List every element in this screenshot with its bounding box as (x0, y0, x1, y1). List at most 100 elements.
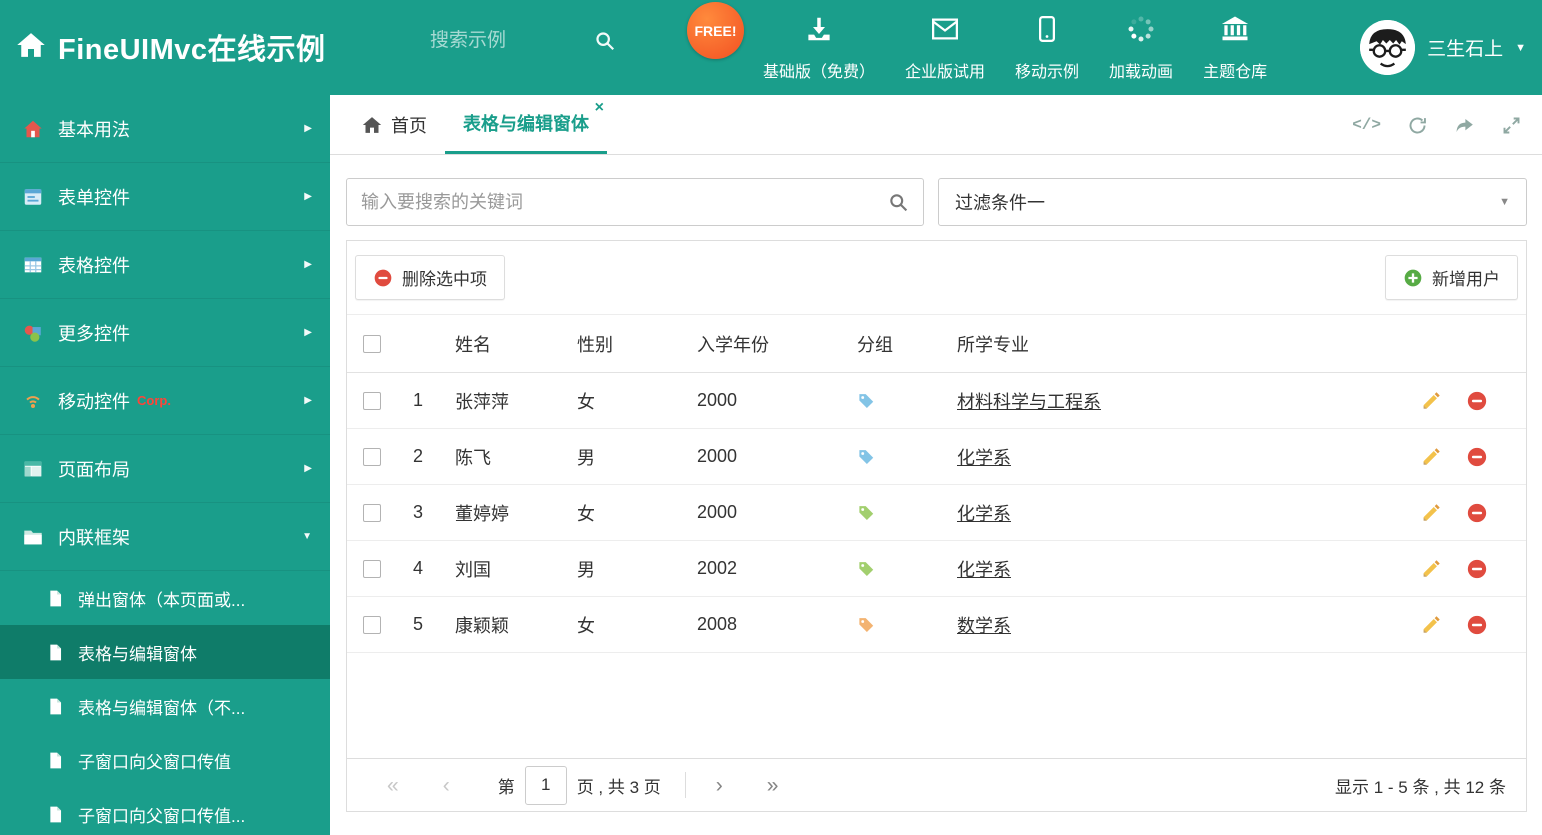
prev-page-icon[interactable]: ‹ (443, 775, 450, 796)
cell-gender: 女 (577, 615, 595, 636)
page-icon (46, 643, 65, 662)
edit-icon[interactable] (1420, 390, 1442, 412)
plus-circle-icon (1404, 269, 1422, 286)
sidebar-item-grid-controls[interactable]: 表格控件 ▶ (0, 231, 330, 299)
last-page-icon[interactable]: » (767, 775, 779, 796)
add-user-button[interactable]: 新增用户 (1385, 255, 1518, 300)
tab-label: 首页 (391, 115, 427, 136)
sidebar-item-iframe[interactable]: 内联框架 ▼ (0, 503, 330, 571)
sidebar-item-label: 内联框架 (58, 527, 130, 548)
page-icon (46, 751, 65, 770)
nav-label: 移动示例 (1015, 63, 1080, 81)
app-window: FineUIMvc在线示例 FREE! 基础版（免费） 企业版试用 (0, 0, 1542, 835)
page-icon (46, 589, 65, 608)
major-link[interactable]: 材料科学与工程系 (957, 388, 1101, 414)
nav-item-loading-anim[interactable]: 加载动画 (1094, 0, 1188, 95)
row-number: 4 (413, 558, 424, 578)
nav-label: 企业版试用 (905, 63, 986, 81)
delete-selected-button[interactable]: 删除选中项 (355, 255, 505, 300)
search-icon[interactable] (888, 192, 909, 213)
delete-row-icon[interactable] (1466, 502, 1488, 524)
close-icon[interactable]: × (595, 100, 604, 116)
row-checkbox[interactable] (363, 447, 381, 466)
keyword-search-input[interactable] (361, 191, 888, 213)
sidebar-item-mobile-controls[interactable]: 移动控件 Corp. ▶ (0, 367, 330, 435)
nav-item-enterprise-trial[interactable]: 企业版试用 (890, 0, 1000, 95)
header-num-cell (405, 315, 447, 372)
chevron-right-icon: ▶ (304, 123, 312, 134)
user-menu[interactable]: 三生石上 ▼ (1360, 0, 1526, 95)
chevron-down-icon: ▼ (1499, 196, 1510, 208)
delete-row-icon[interactable] (1466, 390, 1488, 412)
delete-row-icon[interactable] (1466, 558, 1488, 580)
tag-icon (857, 559, 876, 578)
filter-dropdown-value: 过滤条件一 (955, 193, 1045, 213)
nav-item-basic-free[interactable]: 基础版（免费） (748, 0, 890, 95)
top-header: FineUIMvc在线示例 FREE! 基础版（免费） 企业版试用 (0, 0, 1542, 95)
page-number-input[interactable] (524, 765, 567, 805)
sidebar-item-page-layout[interactable]: 页面布局 ▶ (0, 435, 330, 503)
top-search-input[interactable] (430, 30, 580, 52)
fullscreen-icon[interactable] (1501, 115, 1522, 136)
sidebar-item-more-controls[interactable]: 更多控件 ▶ (0, 299, 330, 367)
row-checkbox[interactable] (363, 503, 381, 522)
keyword-search-box (346, 178, 924, 226)
form-icon (22, 186, 44, 208)
nav-item-theme-repo[interactable]: 主题仓库 (1188, 0, 1282, 95)
chevron-right-icon: ▶ (304, 463, 312, 474)
sidebar-item-basic-usage[interactable]: 基本用法 ▶ (0, 95, 330, 163)
header-year: 入学年份 (697, 334, 769, 355)
spinner-icon (1126, 14, 1156, 49)
nav-label: 基础版（免费） (763, 63, 876, 81)
top-search (430, 30, 616, 52)
sidebar-item-label: 页面布局 (58, 459, 130, 480)
sidebar-item-label: 表单控件 (58, 187, 130, 208)
major-link[interactable]: 数学系 (957, 612, 1011, 638)
widgets-icon (22, 322, 44, 344)
share-icon[interactable] (1454, 115, 1475, 136)
mobile-signal-icon (22, 390, 44, 412)
sidebar-subitem-grid-edit-window[interactable]: 表格与编辑窗体 (0, 625, 330, 679)
first-page-icon[interactable]: « (387, 775, 399, 796)
sidebar-item-form-controls[interactable]: 表单控件 ▶ (0, 163, 330, 231)
search-icon[interactable] (594, 30, 616, 52)
view-source-icon[interactable]: </> (1352, 116, 1381, 134)
home-icon (22, 118, 44, 140)
nav-label: 加载动画 (1109, 63, 1174, 81)
tag-icon (857, 391, 876, 410)
major-link[interactable]: 化学系 (957, 556, 1011, 582)
nav-label: 主题仓库 (1203, 63, 1268, 81)
sidebar-subitem-grid-edit-window-2[interactable]: 表格与编辑窗体（不... (0, 679, 330, 733)
delete-row-icon[interactable] (1466, 446, 1488, 468)
cell-gender: 男 (577, 447, 595, 468)
refresh-icon[interactable] (1407, 115, 1428, 136)
edit-icon[interactable] (1420, 614, 1442, 636)
tab-home[interactable]: 首页 (344, 95, 445, 154)
row-checkbox[interactable] (363, 615, 381, 634)
table-row: 1 张萍萍 女 2000 材料科学与工程系 (347, 373, 1526, 429)
tab-grid-edit-window[interactable]: 表格与编辑窗体 × (445, 95, 607, 154)
edit-icon[interactable] (1420, 502, 1442, 524)
row-checkbox[interactable] (363, 559, 381, 578)
filter-dropdown[interactable]: 过滤条件一 ▼ (938, 178, 1527, 226)
sidebar-subitem-child-to-parent-2[interactable]: 子窗口向父窗口传值... (0, 787, 330, 835)
major-link[interactable]: 化学系 (957, 500, 1011, 526)
select-all-checkbox[interactable] (363, 334, 381, 353)
sidebar-subitem-popup-window[interactable]: 弹出窗体（本页面或... (0, 571, 330, 625)
table-row: 2 陈飞 男 2000 化学系 (347, 429, 1526, 485)
row-checkbox[interactable] (363, 391, 381, 410)
edit-icon[interactable] (1420, 446, 1442, 468)
grid-panel: 删除选中项 新增用户 姓名 性别 入学年份 分组 所学专业 1 张萍萍 女 20… (346, 240, 1527, 812)
major-link[interactable]: 化学系 (957, 444, 1011, 470)
delete-row-icon[interactable] (1466, 614, 1488, 636)
brand[interactable]: FineUIMvc在线示例 (16, 26, 326, 68)
bank-icon (1220, 14, 1250, 49)
sidebar-subitem-child-to-parent[interactable]: 子窗口向父窗口传值 (0, 733, 330, 787)
edit-icon[interactable] (1420, 558, 1442, 580)
cell-gender: 女 (577, 391, 595, 412)
next-page-icon[interactable]: › (716, 775, 723, 796)
cell-gender: 女 (577, 503, 595, 524)
table-row: 3 董婷婷 女 2000 化学系 (347, 485, 1526, 541)
chevron-right-icon: ▶ (304, 395, 312, 406)
nav-item-mobile-demo[interactable]: 移动示例 (1000, 0, 1094, 95)
